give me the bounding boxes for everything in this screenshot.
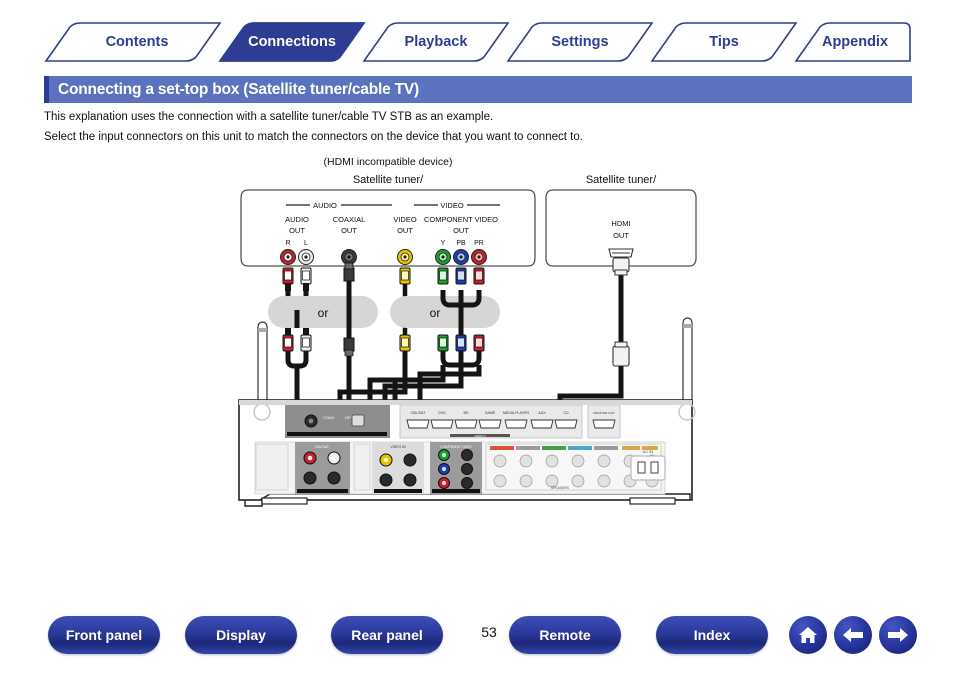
- receiver-cbl-sat-label: CBL/SAT: [315, 445, 329, 449]
- left-device-name-1: Satellite tuner/: [353, 174, 424, 186]
- hdmi-label-1: DVD: [438, 411, 446, 415]
- or-label-left: or: [318, 306, 329, 320]
- page-title-banner: Connecting a set-top box (Satellite tune…: [44, 76, 912, 103]
- jack-audio-out-line1: AUDIO: [285, 215, 309, 224]
- rca-jack-component-pb: [453, 249, 469, 265]
- tab-connections[interactable]: Connections: [224, 22, 360, 62]
- receiver-foot-right: [629, 497, 676, 505]
- connection-diagram: (HDMI incompatible device) Satellite tun…: [0, 150, 954, 550]
- left-device-note: (HDMI incompatible device): [324, 156, 453, 168]
- jack-coaxial-out-line2: OUT: [341, 226, 357, 235]
- receiver-speakers-label: SPEAKERS: [551, 486, 570, 490]
- intro-paragraph-2: Select the input connectors on this unit…: [44, 131, 583, 143]
- receiver-video-in-label: VIDEO IN: [391, 445, 406, 449]
- receiver-component-video-label: COMPONENT VIDEO: [440, 445, 472, 449]
- connection-diagram-svg: (HDMI incompatible device) Satellite tun…: [238, 156, 697, 507]
- tab-contents[interactable]: Contents: [54, 22, 220, 62]
- rca-jack-component-pr: [471, 249, 487, 265]
- hdmi-monitor-out-label: MONITOR OUT: [593, 411, 614, 415]
- rca-jack-audio-l: [298, 249, 314, 265]
- or-label-right: or: [430, 306, 441, 320]
- jack-video-out-line2: OUT: [397, 226, 413, 235]
- receiver-video-in-block: [372, 442, 424, 494]
- rca-jack-coaxial: [341, 249, 357, 265]
- nav-front-panel-button[interactable]: Front panel: [48, 616, 160, 654]
- hdmi-label-3: GAME: [485, 411, 496, 415]
- rca-jack-video: [397, 249, 413, 265]
- jack-audio-out-sub-r: R: [285, 240, 290, 247]
- jack-audio-out-line2: OUT: [289, 226, 305, 235]
- arrow-right-icon[interactable]: [879, 616, 917, 654]
- page-title: Connecting a set-top box (Satellite tune…: [58, 80, 419, 98]
- rca-jack-audio-r: [280, 249, 296, 265]
- jack-hdmi-out-line2: OUT: [613, 231, 629, 240]
- tab-tips[interactable]: Tips: [656, 22, 792, 62]
- jack-video-out-line1: VIDEO: [393, 215, 417, 224]
- nav-rear-panel-button[interactable]: Rear panel: [331, 616, 443, 654]
- svg-text:COAX: COAX: [323, 415, 335, 420]
- cable-hdmi: [557, 257, 630, 412]
- jack-component-sub-pb: PB: [456, 240, 466, 247]
- tab-appendix[interactable]: Appendix: [800, 22, 910, 62]
- home-icon[interactable]: [789, 616, 827, 654]
- nav-display-button[interactable]: Display: [185, 616, 297, 654]
- home-glyph: [799, 627, 817, 643]
- ac-in-label: AC IN: [643, 449, 654, 454]
- jack-hdmi-out-line1: HDMI: [611, 219, 630, 228]
- hdmi-label-6: CD: [563, 411, 569, 415]
- receiver-left-aux-block: [255, 443, 289, 491]
- jack-component-sub-pr: PR: [474, 240, 484, 247]
- page-number: 53: [481, 624, 497, 640]
- hdmi-label-4: MEDIA PLAYER: [503, 411, 530, 415]
- hdmi-jack-right-device: [608, 248, 634, 258]
- nav-index-button[interactable]: Index: [656, 616, 768, 654]
- tab-bar[interactable]: Contents Connections Playback Settings T…: [44, 22, 912, 62]
- jack-component-out-line1: COMPONENT VIDEO: [424, 215, 498, 224]
- receiver-foot-left: [261, 497, 308, 505]
- receiver-component-video-block: [430, 442, 482, 494]
- rca-jack-component-y: [435, 249, 451, 265]
- hdmi-label-5: AUX: [538, 411, 546, 415]
- arrow-right-glyph: [888, 628, 908, 642]
- jack-audio-out-sub-l: L: [304, 240, 308, 247]
- right-device-name-1: Satellite tuner/: [586, 174, 657, 186]
- hdmi-label-2: BD: [464, 411, 469, 415]
- arrow-left-icon[interactable]: [834, 616, 872, 654]
- group-label-audio: AUDIO: [313, 201, 337, 210]
- group-label-video: VIDEO: [440, 201, 464, 210]
- receiver-cbl-sat-audio-block: [295, 442, 350, 494]
- intro-paragraph-1: This explanation uses the connection wit…: [44, 111, 494, 123]
- arrow-left-glyph: [843, 628, 863, 642]
- hdmi-group-label: HDMI IN: [475, 434, 486, 438]
- jack-coaxial-out-line1: COAXIAL: [333, 215, 366, 224]
- hdmi-label-0: CBL/SAT: [411, 411, 427, 415]
- tab-playback[interactable]: Playback: [368, 22, 504, 62]
- jack-component-out-line2: OUT: [453, 226, 469, 235]
- nav-remote-button[interactable]: Remote: [509, 616, 621, 654]
- receiver-mid-aux-block: [353, 443, 371, 491]
- bottom-navigation[interactable]: Front panel Display Rear panel 53 Remote…: [44, 616, 917, 658]
- jack-component-sub-y: Y: [441, 240, 446, 247]
- tab-settings[interactable]: Settings: [512, 22, 648, 62]
